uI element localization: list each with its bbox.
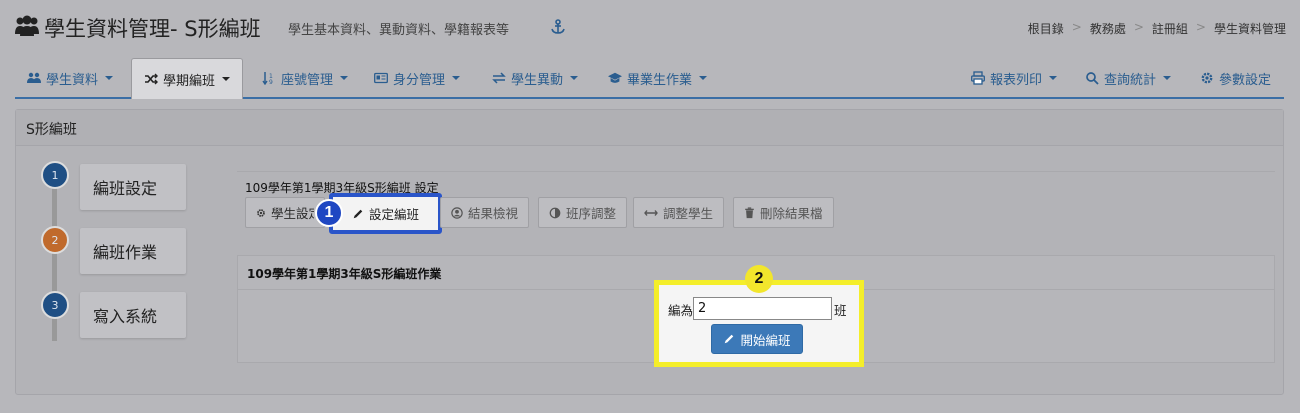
svg-text:9: 9 xyxy=(269,79,273,85)
half-circle-icon xyxy=(549,207,561,218)
nav-label: 查詢統計 xyxy=(1104,72,1157,88)
nav-label: 學生資料 xyxy=(46,72,99,88)
pencil-icon xyxy=(353,209,363,218)
nav-label: 參數設定 xyxy=(1219,72,1272,88)
breadcrumb: 根目錄 > 教務處 > 註冊組 > 學生資料管理 xyxy=(1027,20,1286,37)
view-results-button[interactable]: 結果檢視 xyxy=(440,197,530,228)
delete-result-file-button[interactable]: 刪除結果檔 xyxy=(733,197,834,228)
sort-numeric-icon: 19 xyxy=(262,72,273,85)
nav-label: 學生異動 xyxy=(511,72,564,88)
adjust-class-order-button[interactable]: 班序調整 xyxy=(538,197,628,228)
step-card-class-work[interactable]: 編班作業 xyxy=(80,228,186,274)
nav-semester-class[interactable]: 學期編班 xyxy=(131,58,244,99)
class-count-label: 編為 xyxy=(668,303,694,318)
step-number-1: 1 xyxy=(41,161,69,189)
nav-graduate[interactable]: 畢業生作業 xyxy=(596,58,719,98)
nav-student-transfer[interactable]: 學生異動 xyxy=(480,58,590,98)
annotation-badge-1: 1 xyxy=(315,199,343,227)
page-title: 學生資料管理- S形編班 xyxy=(44,17,261,41)
breadcrumb-item[interactable]: 根目錄 xyxy=(1028,20,1064,37)
breadcrumb-item[interactable]: 教務處 xyxy=(1090,20,1126,37)
search-icon xyxy=(1086,72,1099,85)
set-class-button[interactable]: 設定編班 xyxy=(329,193,442,234)
print-icon xyxy=(971,71,985,85)
nav-label: 座號管理 xyxy=(281,72,334,88)
button-label: 調整學生 xyxy=(663,206,714,221)
page-header: 學生資料管理- S形編班 學生基本資料、異動資料、學籍報表等 根目錄 > 教務處… xyxy=(0,0,1300,58)
gear-icon xyxy=(1201,72,1213,84)
breadcrumb-item[interactable]: 註冊組 xyxy=(1152,20,1188,37)
users-icon xyxy=(15,15,39,36)
nav-identity[interactable]: 身分管理 xyxy=(362,58,472,98)
anchor-icon[interactable] xyxy=(550,19,566,35)
nav-label: 學期編班 xyxy=(163,73,216,89)
nav-label: 畢業生作業 xyxy=(627,72,693,88)
id-card-icon xyxy=(374,72,388,84)
nav-seat-number[interactable]: 19 座號管理 xyxy=(250,58,360,98)
panel-title: S形編班 xyxy=(16,110,1283,146)
breadcrumb-current: 學生資料管理 xyxy=(1213,22,1286,36)
class-count-input[interactable] xyxy=(693,297,832,320)
page-subtitle: 學生基本資料、異動資料、學籍報表等 xyxy=(288,23,510,38)
button-label: 學生設定 xyxy=(270,206,314,221)
step-card-class-settings[interactable]: 編班設定 xyxy=(80,164,186,210)
graduation-cap-icon xyxy=(608,72,622,83)
button-label: 結果檢視 xyxy=(468,206,519,221)
exchange-icon xyxy=(492,72,506,84)
class-unit-label: 班 xyxy=(834,303,847,318)
nav-student-data[interactable]: 學生資料 xyxy=(15,58,125,98)
shuffle-icon xyxy=(145,73,158,85)
main-navbar: 學生資料 學期編班 19 座號管理 身分管理 學生異動 畢業生作業 報表列印 查… xyxy=(15,58,1284,99)
adjust-students-button[interactable]: 調整學生 xyxy=(633,197,725,228)
divider xyxy=(237,171,1275,172)
step-card-write-system[interactable]: 寫入系統 xyxy=(80,292,186,338)
button-label: 班序調整 xyxy=(566,206,617,221)
annotation-badge-2: 2 xyxy=(745,265,773,293)
trash-icon xyxy=(745,206,754,218)
users-icon xyxy=(27,72,41,83)
button-label: 設定編班 xyxy=(368,207,419,222)
horizontal-arrows-icon xyxy=(644,209,658,216)
button-label: 開始編班 xyxy=(740,332,791,348)
step-number-3: 3 xyxy=(41,291,69,319)
gear-icon xyxy=(257,208,265,217)
step-number-2: 2 xyxy=(41,226,69,254)
button-label: 刪除結果檔 xyxy=(760,206,823,221)
nav-label: 身分管理 xyxy=(393,72,446,88)
nav-report-print[interactable]: 報表列印 xyxy=(959,58,1069,98)
nav-query-stats[interactable]: 查詢統計 xyxy=(1073,58,1183,98)
user-circle-icon xyxy=(451,206,463,219)
student-settings-button[interactable]: 學生設定 xyxy=(245,197,325,228)
nav-settings[interactable]: 參數設定 xyxy=(1188,58,1283,98)
pencil-icon xyxy=(725,334,734,344)
nav-label: 報表列印 xyxy=(990,72,1043,88)
start-class-button[interactable]: 開始編班 xyxy=(711,324,803,354)
